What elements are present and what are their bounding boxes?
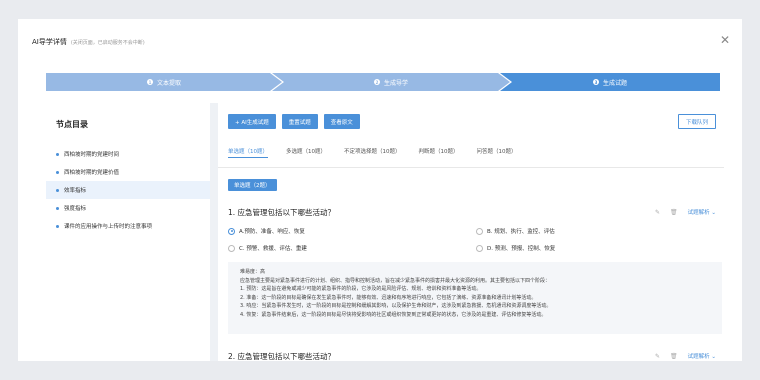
- difficulty-label: 难易度：高: [240, 269, 266, 275]
- sidebar-item[interactable]: 西柏坡时期的党建时间: [46, 145, 210, 163]
- step-number-3: 3: [592, 79, 599, 85]
- sidebar-item-active[interactable]: 效率指标: [46, 181, 210, 199]
- tab-label: 多选题（10题）: [286, 149, 326, 155]
- step-text-extract: 1 文本提取: [46, 73, 282, 91]
- progress-steps: 1 文本提取 2 生成导学 3 生成试题: [46, 73, 720, 91]
- radio-icon[interactable]: [476, 244, 483, 252]
- explanation-line: 2. 准备：这一阶段的目标是确保在发生紧急事件时，能够有效、迅速和有序地进行响应…: [240, 294, 537, 301]
- sidebar-item-label: 强度指标: [64, 206, 87, 212]
- option-c[interactable]: C. 预警、救援、评估、重建: [228, 244, 307, 252]
- view-original-button[interactable]: 查看原文: [323, 114, 360, 129]
- section-badge: 单选题（2题）: [228, 179, 277, 191]
- tab-indefinite-choice[interactable]: 不定项选择题（10题）: [344, 147, 401, 155]
- edit-icon[interactable]: ✎: [655, 209, 660, 216]
- option-label: B. 规划、执行、监控、评估: [487, 229, 555, 235]
- regenerate-button[interactable]: 重置试题: [281, 114, 318, 129]
- modal-subtitle: (关闭页面，已启动服务不会中断): [70, 40, 145, 46]
- explanation-line: 4. 恢复：紧急事件结束后，这一阶段的目标是尽快将受影响的社区或组织恢复到正常或…: [240, 311, 547, 318]
- bullet-icon: [56, 188, 59, 192]
- option-a[interactable]: A.预防、准备、响应、恢复: [228, 227, 305, 235]
- bullet-icon: [56, 206, 59, 210]
- bullet-icon: [56, 152, 59, 156]
- tab-label: 单选题（10题）: [228, 149, 268, 155]
- sidebar-item[interactable]: 西柏坡时期的党建价值: [46, 163, 210, 181]
- bullet-icon: [56, 224, 59, 228]
- step-number-1: 1: [146, 79, 153, 85]
- ai-guide-modal: AI导学详情 (关闭页面，已启动服务不会中断) ✕ 1 文本提取 2 生成导学 3 生成…: [18, 19, 742, 361]
- tab-underline: [228, 157, 268, 158]
- question-actions: ✎ 🗑 试题解析 ⌄: [645, 208, 716, 217]
- delete-icon[interactable]: 🗑: [670, 209, 678, 216]
- question-title: 2. 应急管理包括以下哪些活动？: [228, 352, 336, 361]
- ai-generate-button[interactable]: + AI生成试题: [228, 114, 276, 129]
- close-icon[interactable]: ✕: [720, 34, 730, 46]
- modal-header: AI导学详情 (关闭页面，已启动服务不会中断) ✕: [18, 19, 742, 61]
- option-label: A.预防、准备、响应、恢复: [239, 229, 305, 235]
- explanation-line: 3. 响应：当紧急事件发生时，这一阶段的目标是控制和缓解其影响，以及保护生命和财…: [240, 303, 552, 309]
- tab-label: 问答题（10题）: [476, 149, 517, 155]
- radio-icon[interactable]: [228, 244, 235, 252]
- sidebar-list: 西柏坡时期的党建时间 西柏坡时期的党建价值 效率指标 强度指标 课件的应用操作与…: [46, 145, 210, 235]
- modal-title-text: AI导学详情: [32, 38, 67, 46]
- tab-true-false[interactable]: 判断题（10题）: [419, 147, 459, 155]
- radio-icon[interactable]: [476, 227, 483, 235]
- content-area: 节点目录 西柏坡时期的党建时间 西柏坡时期的党建价值 效率指标 强度指标 课件的…: [46, 103, 724, 361]
- explanation-box: 难易度：高 应急管理主要是对紧急事件进行的计划、组织、指导和控制活动，旨在减少紧…: [228, 262, 722, 334]
- option-label: C. 预警、救援、评估、重建: [239, 246, 307, 252]
- explanation-line: 应急管理主要是对紧急事件进行的计划、组织、指导和控制活动，旨在减少紧急事件的损害…: [240, 277, 551, 284]
- sidebar-title: 节点目录: [56, 120, 88, 129]
- analysis-toggle[interactable]: 试题解析 ⌄: [688, 352, 716, 360]
- analysis-toggle[interactable]: 试题解析 ⌄: [688, 208, 716, 216]
- divider: [218, 167, 724, 168]
- explanation-line: 1. 预防：这是旨在避免或减少可能的紧急事件的阶段，它涉及的是风险评估、规划、培…: [240, 286, 482, 292]
- radio-selected-icon[interactable]: [228, 227, 235, 235]
- sidebar-item-label: 西柏坡时期的党建时间: [64, 152, 120, 158]
- step-generate-guide: 2 生成导学: [272, 73, 510, 91]
- question-type-tabs: 单选题（10题） 多选题（10题） 不定项选择题（10题） 判断题（10题） 问…: [228, 147, 535, 158]
- step-label: 生成导学: [383, 79, 408, 87]
- download-queue-button[interactable]: 下载队列: [677, 114, 716, 129]
- tab-qa[interactable]: 问答题（10题）: [477, 147, 517, 155]
- question-panel: + AI生成试题 重置试题 查看原文 下载队列 单选题（10题） 多选题（10题…: [218, 103, 724, 361]
- sidebar-item[interactable]: 课件的应用操作与上传时的注意事项: [46, 217, 210, 235]
- bullet-icon: [56, 170, 59, 174]
- modal-title: AI导学详情 (关闭页面，已启动服务不会中断): [32, 37, 145, 47]
- tab-single-choice[interactable]: 单选题（10题）: [228, 147, 268, 158]
- sidebar-item-label: 效率指标: [64, 188, 87, 194]
- tab-multiple-choice[interactable]: 多选题（10题）: [286, 147, 326, 155]
- step-label: 生成试题: [602, 79, 627, 87]
- node-directory-sidebar: 节点目录 西柏坡时期的党建时间 西柏坡时期的党建价值 效率指标 强度指标 课件的…: [46, 103, 210, 361]
- sidebar-item-label: 西柏坡时期的党建价值: [64, 170, 120, 176]
- step-label: 文本提取: [156, 79, 181, 87]
- option-d[interactable]: D. 预测、预报、控制、恢复: [476, 244, 555, 252]
- option-b[interactable]: B. 规划、执行、监控、评估: [476, 227, 555, 235]
- option-label: D. 预测、预报、控制、恢复: [487, 246, 556, 252]
- sidebar-item[interactable]: 强度指标: [46, 199, 210, 217]
- sidebar-item-label: 课件的应用操作与上传时的注意事项: [64, 224, 153, 230]
- edit-icon[interactable]: ✎: [655, 353, 660, 360]
- tab-label: 不定项选择题（10题）: [344, 149, 401, 155]
- step-generate-questions: 3 生成试题: [500, 73, 720, 91]
- question-actions: ✎ 🗑 试题解析 ⌄: [645, 352, 716, 361]
- step-number-2: 2: [373, 79, 380, 85]
- tab-label: 判断题（10题）: [418, 149, 459, 155]
- delete-icon[interactable]: 🗑: [670, 353, 678, 360]
- toolbar: + AI生成试题 重置试题 查看原文: [228, 114, 366, 129]
- question-title: 1. 应急管理包括以下哪些活动？: [228, 208, 336, 217]
